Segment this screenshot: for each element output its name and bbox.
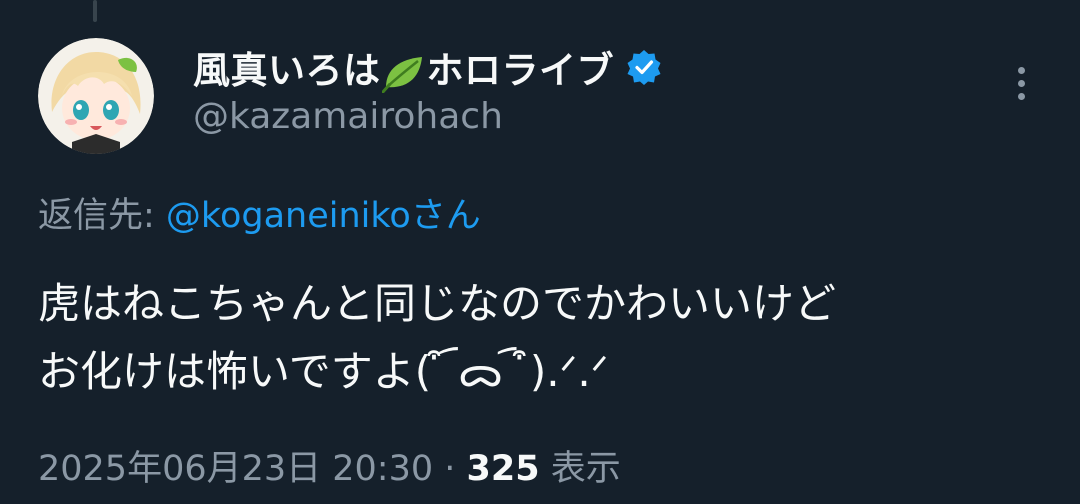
reply-mention-link[interactable]: @koganeinikoさん [166, 196, 481, 236]
reply-to-label: 返信先: [38, 196, 166, 236]
tweet-text-line: 虎はねこちゃんと同じなのでかわいいけど [38, 279, 837, 328]
tweet-meta: 2025年06月23日 20:30 · 325 表示 [38, 440, 621, 491]
verified-badge-icon [626, 49, 662, 85]
views-label: 表示 [550, 449, 621, 489]
reply-to-line: 返信先: @koganeinikoさん [38, 187, 481, 238]
tweet-text: 虎はねこちゃんと同じなのでかわいいけど お化けは怖いですよ( ͒ ︠ᯅ ︠ ͒)… [38, 270, 1048, 406]
avatar[interactable] [38, 38, 154, 154]
meta-separator: · [433, 449, 467, 489]
avatar-image [38, 38, 154, 154]
author-handle[interactable]: @kazamairohach [193, 96, 503, 137]
author-name-row[interactable]: 風真いろは ホロライブ [193, 40, 662, 94]
more-options-dot [1017, 92, 1025, 100]
thread-connector-line [93, 0, 97, 22]
views-count: 325 [466, 449, 540, 489]
leaf-icon [380, 53, 426, 94]
display-name-suffix: ホロライブ [426, 49, 614, 92]
more-options-icon[interactable] [1004, 58, 1038, 108]
more-options-dot [1017, 66, 1025, 74]
display-name[interactable]: 風真いろは ホロライブ [193, 40, 614, 94]
more-options-dot [1017, 79, 1025, 87]
display-name-prefix: 風真いろは [193, 49, 381, 92]
tweet-text-line: お化けは怖いですよ( ͒ ︠ᯅ ︠ ͒).ᐟ.ᐟ [38, 347, 609, 396]
timestamp-link[interactable]: 2025年06月23日 20:30 [38, 449, 433, 489]
